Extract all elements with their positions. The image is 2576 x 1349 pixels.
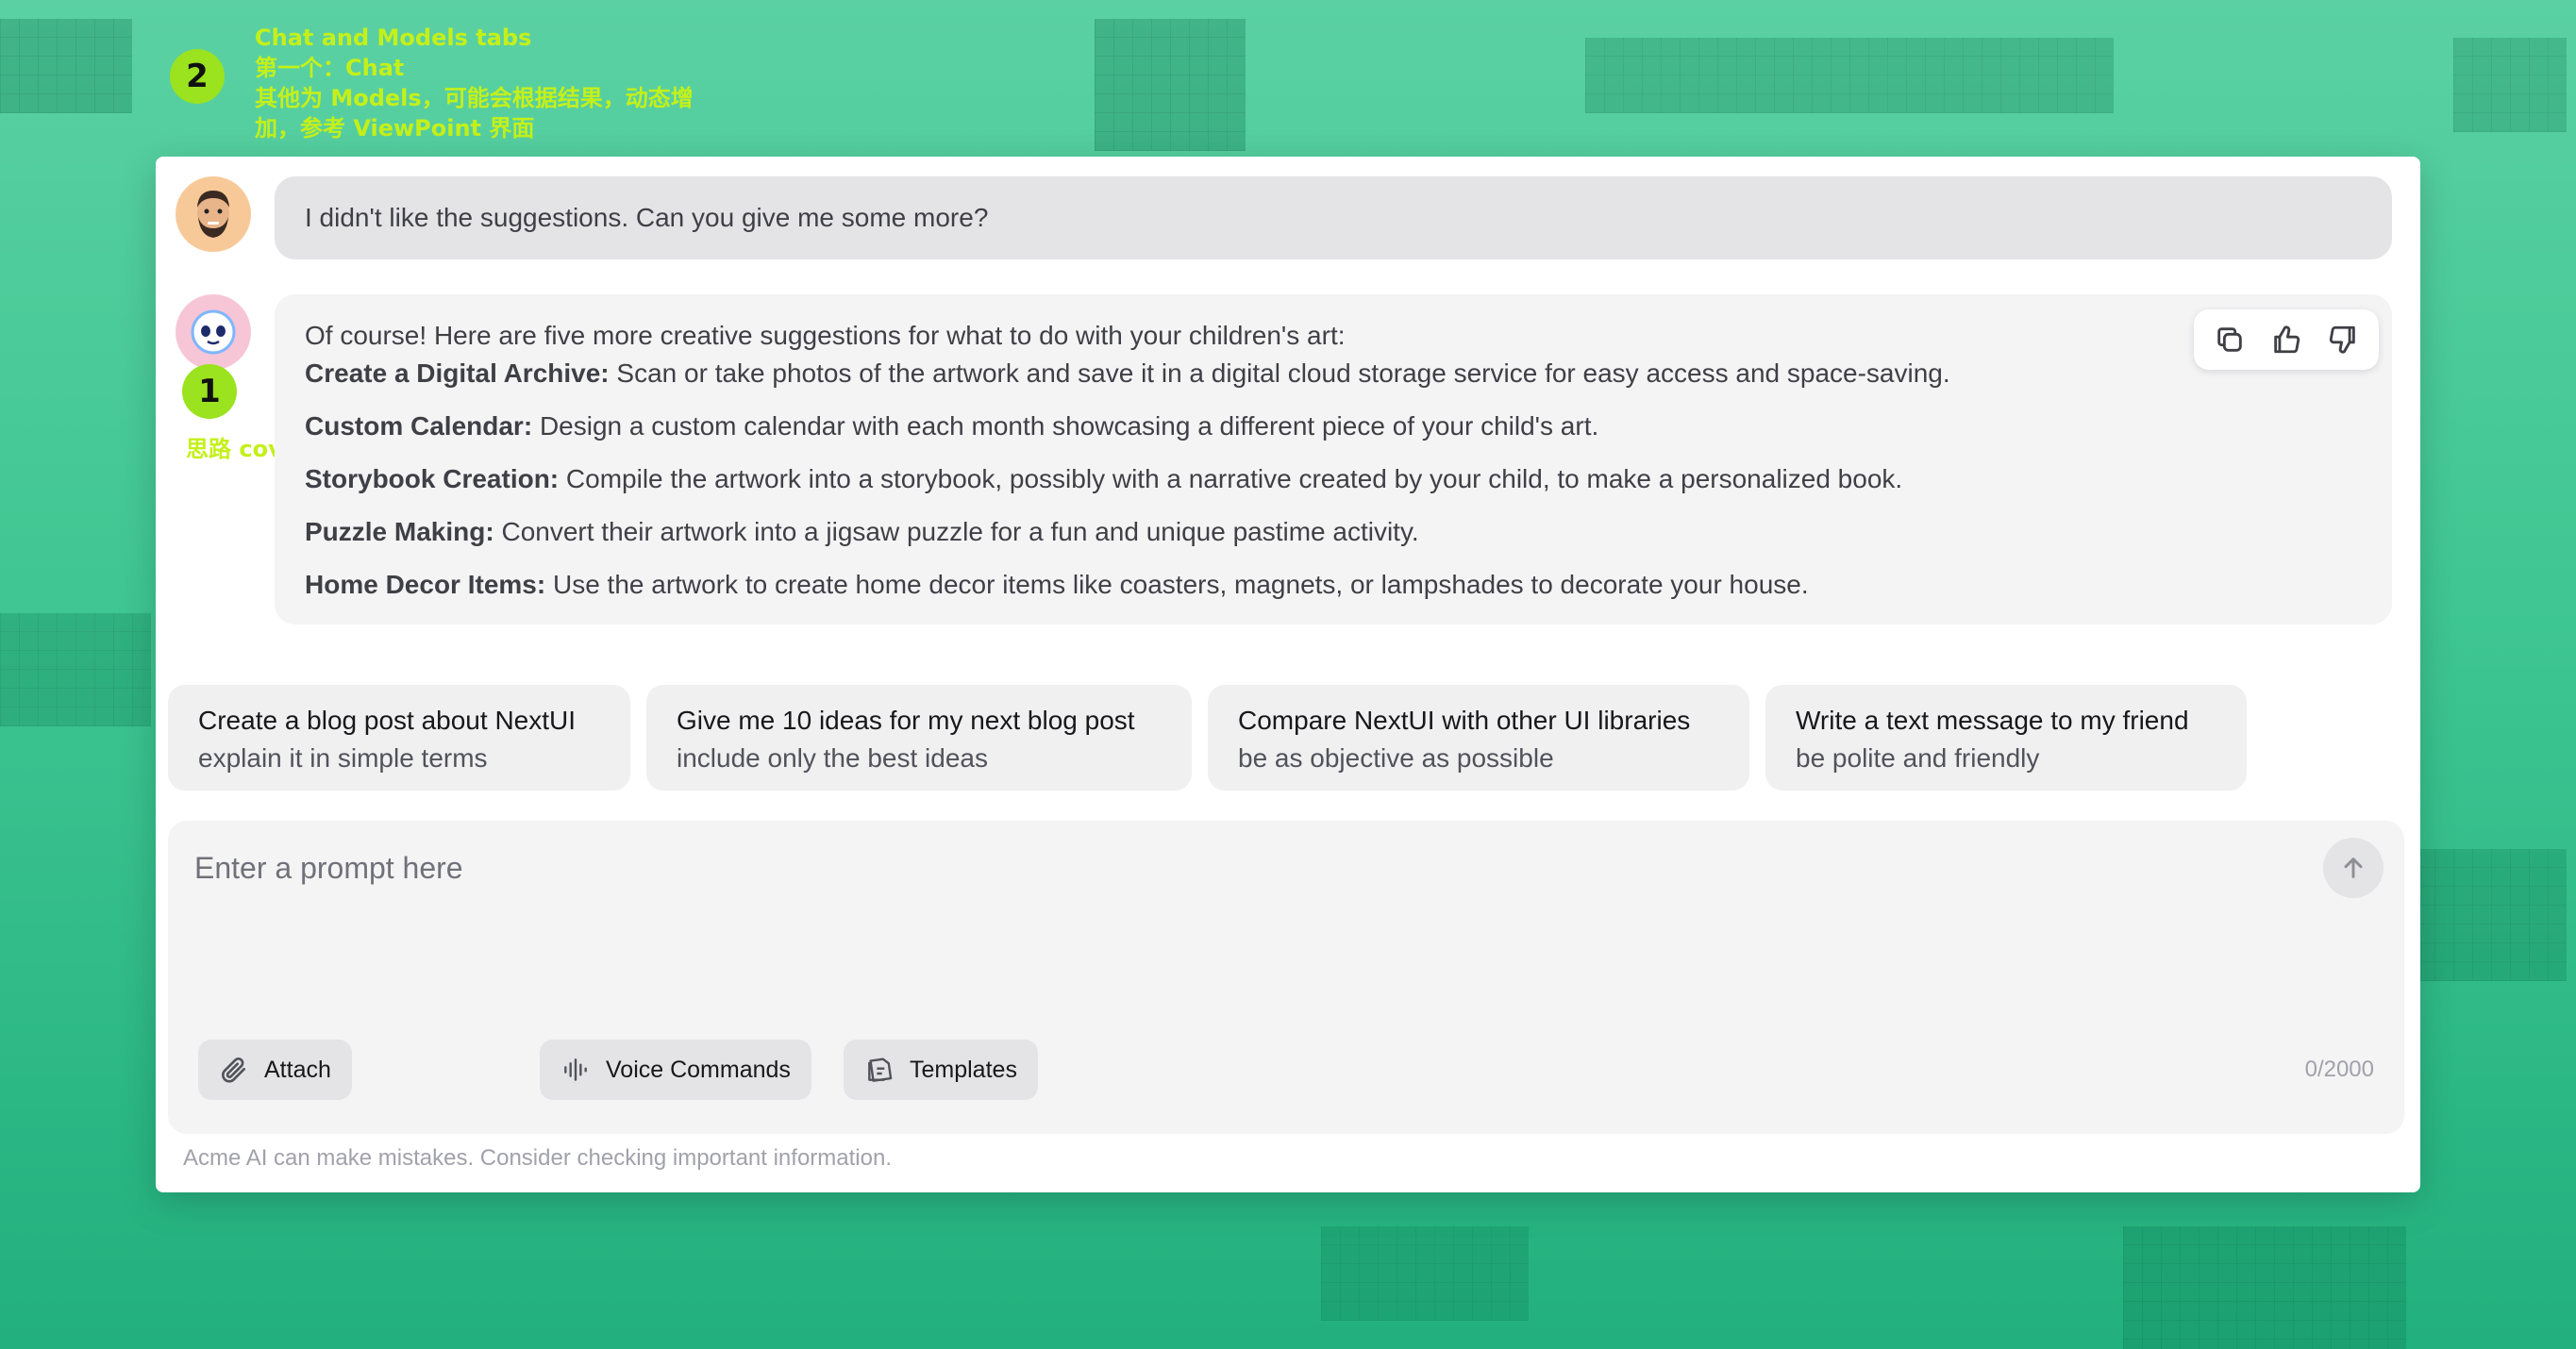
annotation-number-2: 2 [170,49,225,104]
list-item: Custom Calendar: Design a custom calenda… [305,408,2362,445]
suggestion-subtitle: include only the best ideas [677,743,988,773]
item-title: Puzzle Making: [305,517,494,546]
list-item: Create a Digital Archive: Scan or take p… [305,355,2362,392]
background-pattern [1321,1226,1529,1321]
suggestion-title: Compare NextUI with other UI libraries [1238,706,1691,735]
item-title: Custom Calendar: [305,411,533,441]
user-face-icon [197,191,229,238]
assistant-intro: Of course! Here are five more creative s… [305,321,1346,350]
suggestion-subtitle: be polite and friendly [1796,743,2040,773]
attach-button[interactable]: Attach [198,1040,352,1100]
prompt-input[interactable] [194,840,2270,896]
annotation-number-1: 1 [182,364,237,419]
robot-face-icon [191,309,236,355]
list-item: Home Decor Items: Use the artwork to cre… [305,566,2362,604]
character-counter: 0/2000 [2304,1057,2374,1082]
thumbs-up-icon [2274,325,2300,354]
voice-commands-label: Voice Commands [606,1056,791,1083]
templates-icon [868,1058,893,1082]
background-pattern [2123,1226,2406,1349]
annotation-line: 第一个：Chat [255,55,405,81]
assistant-message: Of course! Here are five more creative s… [275,294,2392,625]
paperclip-icon [222,1058,245,1083]
item-title: Storybook Creation: [305,464,560,493]
thumbs-up-button[interactable] [2262,315,2311,364]
copy-button[interactable] [2205,315,2254,364]
list-item: Storybook Creation: Compile the artwork … [305,460,2362,498]
suggestion-card[interactable]: Compare NextUI with other UI libraries b… [1208,685,1749,791]
soundwave-icon [564,1058,587,1081]
item-text: Compile the artwork into a storybook, po… [565,464,1903,493]
background-pattern [1095,19,1246,151]
send-button[interactable] [2323,838,2384,898]
background-pattern [2416,849,2567,981]
message-actions [2194,309,2379,370]
suggestion-subtitle: explain it in simple terms [198,743,488,773]
attach-label: Attach [264,1056,331,1083]
user-message: I didn't like the suggestions. Can you g… [275,176,2392,259]
annotation-line: 其他为 Models，可能会根据结果，动态增 [255,85,694,111]
templates-button[interactable]: Templates [844,1040,1038,1100]
thumbs-down-icon [2329,325,2355,354]
item-text: Convert their artwork into a jigsaw puzz… [501,517,1419,546]
background-pattern [0,613,151,726]
suggestion-title: Write a text message to my friend [1796,706,2189,735]
background-pattern [1585,38,2114,113]
voice-commands-button[interactable]: Voice Commands [540,1040,811,1100]
templates-label: Templates [910,1056,1017,1083]
item-text: Use the artwork to create home decor ite… [552,570,1809,599]
background-pattern [0,19,132,113]
disclaimer-text: Acme AI can make mistakes. Consider chec… [183,1145,892,1171]
background-pattern [2453,38,2567,132]
assistant-avatar [176,294,251,370]
item-text: Scan or take photos of the artwork and s… [616,358,1950,388]
copy-icon [2217,327,2242,352]
suggestion-title: Create a blog post about NextUI [198,706,577,735]
suggestion-subtitle: be as objective as possible [1238,743,1554,773]
user-avatar [176,176,251,252]
annotation-line: Chat and Models tabs [255,25,532,51]
annotation-line: 加，参考 ViewPoint 界面 [255,115,535,142]
thumbs-down-button[interactable] [2318,315,2367,364]
item-text: Design a custom calendar with each month… [539,411,1599,441]
arrow-up-icon [2344,858,2363,878]
annotation-note-2: Chat and Models tabs 第一个：Chat 其他为 Models… [255,23,694,143]
suggestion-title: Give me 10 ideas for my next blog post [677,706,1135,735]
suggestion-card[interactable]: Write a text message to my friend be pol… [1765,685,2247,791]
item-title: Home Decor Items: [305,570,546,599]
suggestion-card[interactable]: Create a blog post about NextUI explain … [168,685,630,791]
list-item: Puzzle Making: Convert their artwork int… [305,513,2362,551]
chat-panel: I didn't like the suggestions. Can you g… [156,157,2420,1192]
suggestion-card[interactable]: Give me 10 ideas for my next blog post i… [646,685,1192,791]
item-title: Create a Digital Archive: [305,358,610,388]
prompt-composer: Attach Voice Commands Templates 0/2000 [168,821,2404,1134]
